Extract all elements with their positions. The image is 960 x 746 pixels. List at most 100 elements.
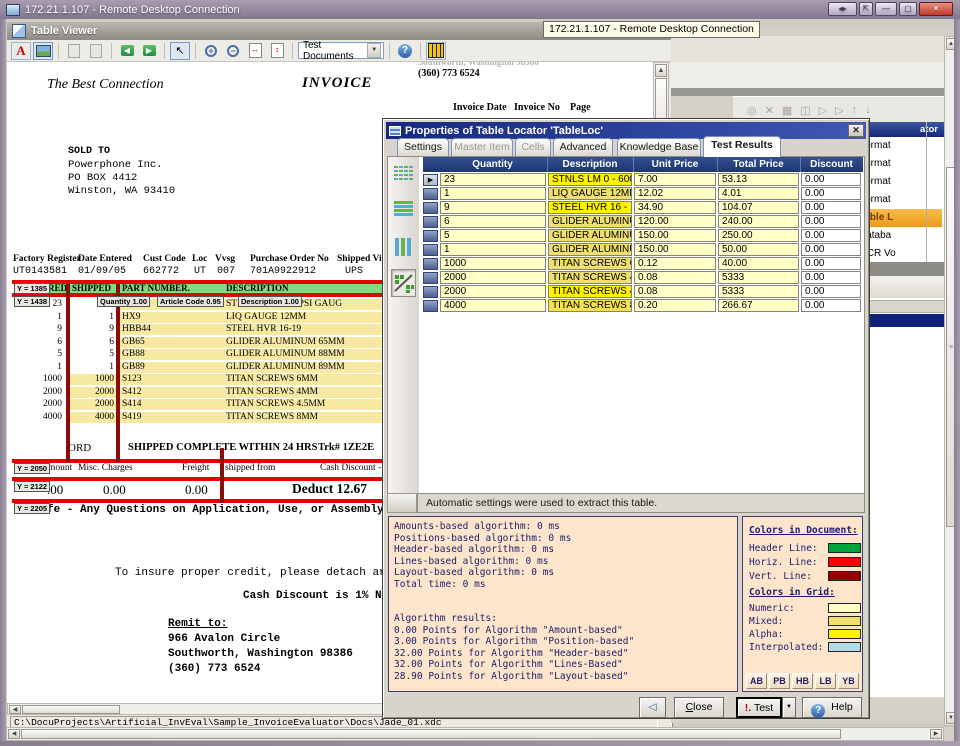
result-row[interactable]: 5 GLIDER ALUMINU 150.00 250.00 0.00 <box>423 229 863 243</box>
numeric-swatch <box>828 603 861 613</box>
image-view-button[interactable] <box>33 42 53 60</box>
zoom-in-icon: + <box>205 45 217 57</box>
pb-button[interactable]: PB <box>769 673 790 689</box>
close-button[interactable]: ✕ <box>919 2 953 16</box>
document-set-combobox[interactable]: Test Documents ▼ <box>298 42 384 59</box>
result-row[interactable]: 4000 TITAN SCREWS 8 0.20 266.67 0.00 <box>423 299 863 313</box>
tab-advanced[interactable]: Advanced <box>553 138 613 156</box>
run-icon[interactable]: ▷ <box>819 104 827 117</box>
result-row[interactable]: 6 GLIDER ALUMINU 120.00 240.00 0.00 <box>423 215 863 229</box>
scrollbar-thumb[interactable] <box>22 705 120 714</box>
delete-icon[interactable]: ✕ <box>765 104 774 117</box>
legend-header-line-label: Header Line: <box>749 543 818 554</box>
result-row[interactable]: 2000 TITAN SCREWS 4. 0.08 5333 0.00 <box>423 285 863 299</box>
scroll-left-icon[interactable]: ◀ <box>9 705 21 714</box>
nav-back-button[interactable]: ◁ <box>639 697 666 718</box>
rdp-pin-button[interactable]: ◂▸ <box>828 2 857 16</box>
result-row[interactable]: 1000 TITAN SCREWS 6 0.12 40.00 0.00 <box>423 257 863 271</box>
y-badge-1438: Y = 1438 <box>14 296 50 307</box>
vert-line-marker <box>66 284 70 462</box>
session-hscrollbar[interactable]: ◀ ▶ <box>6 727 944 741</box>
prev-doc-button[interactable]: ◀ <box>117 42 137 60</box>
scroll-left-icon[interactable]: ◀ <box>8 729 20 739</box>
zoom-out-button[interactable]: − <box>223 42 243 60</box>
help-button[interactable]: ? <box>395 42 415 60</box>
result-row[interactable]: 9 STEEL HVR 16 - 19 34.90 104.07 0.00 <box>423 201 863 215</box>
scatter-view-button[interactable] <box>391 269 416 297</box>
test-button[interactable]: !. Test <box>736 697 782 718</box>
prev-page-button[interactable] <box>64 42 84 60</box>
table-columns-button[interactable] <box>426 42 446 60</box>
dialog-close-icon[interactable]: ✕ <box>848 124 864 137</box>
result-row[interactable]: 1 GLIDER ALUMINU 150.00 50.00 0.00 <box>423 243 863 257</box>
zoom-in-button[interactable]: + <box>201 42 221 60</box>
maximize-button[interactable]: ▢ <box>899 2 917 16</box>
tab-knowledge-base[interactable]: Knowledge Base <box>617 138 701 156</box>
chevron-down-icon[interactable]: ▼ <box>367 43 381 58</box>
result-row[interactable]: 1 LIQ GAUGE 12MM 12.02 4.01 0.00 <box>423 187 863 201</box>
fit-width-icon: ↔ <box>249 43 262 58</box>
tab-settings[interactable]: Settings <box>397 138 449 156</box>
lb-button[interactable]: LB <box>815 673 836 689</box>
totals-label-cash-discount: Cash Discount - <box>320 464 381 474</box>
font-color-button[interactable]: A <box>11 42 31 60</box>
image-icon <box>36 45 51 57</box>
invoice-date-label: Invoice Date <box>453 103 507 113</box>
cells-grid-icon <box>394 166 413 181</box>
sold-to-name: Powerphone Inc. <box>68 160 163 171</box>
col-quantity[interactable]: Quantity <box>439 157 546 172</box>
next-doc-button[interactable]: ▶ <box>139 42 159 60</box>
next-page-button[interactable] <box>86 42 106 60</box>
hb-button[interactable]: HB <box>792 673 813 689</box>
remit-label: Remit to: <box>168 619 227 630</box>
mixed-swatch <box>828 616 861 626</box>
ab-button[interactable]: AB <box>746 673 767 689</box>
scroll-right-icon[interactable]: ▶ <box>930 729 942 739</box>
run-all-icon[interactable]: ▷ <box>835 104 843 117</box>
scroll-up-icon[interactable]: ▲ <box>655 64 667 77</box>
sold-to-po: PO BOX 4412 <box>68 173 137 184</box>
invoice-vendor: The Best Connection <box>47 78 164 92</box>
rows-view-button[interactable] <box>391 195 416 223</box>
result-row[interactable]: 2000 TITAN SCREWS 4 0.08 5333 0.00 <box>423 271 863 285</box>
dialog-titlebar[interactable]: Properties of Table Locator 'TableLoc' ✕ <box>386 122 866 139</box>
test-dropdown-button[interactable]: ▼ <box>782 697 796 718</box>
col-description[interactable]: Description <box>547 157 632 172</box>
exclamation-icon: !. <box>745 702 751 714</box>
remit-city: Southworth, Washington 98386 <box>168 649 353 660</box>
meta-h-date: Date Entered <box>78 255 132 265</box>
book-forward-icon: ▶ <box>143 45 156 56</box>
scrollbar-thumb[interactable] <box>21 729 841 739</box>
totals-label-misc: Misc. Charges <box>78 464 133 474</box>
select-cursor-button[interactable]: ↖ <box>170 42 190 60</box>
meta-v-date: 01/09/05 <box>78 267 126 277</box>
fit-width-button[interactable]: ↔ <box>245 42 265 60</box>
columns-view-button[interactable] <box>391 233 416 261</box>
tab-cells[interactable]: Cells <box>515 138 551 156</box>
cells-view-button[interactable] <box>391 159 416 187</box>
rdp-titlebar[interactable]: 172.21.1.107 - Remote Desktop Connection… <box>0 0 960 19</box>
message-side-block <box>387 493 417 513</box>
search-doc-icon[interactable]: ◫ <box>800 104 810 117</box>
find-icon[interactable]: ◎ <box>747 104 757 117</box>
tab-test-results[interactable]: Test Results <box>703 136 781 157</box>
help-dialog-button[interactable]: ? Help <box>802 697 862 718</box>
grid-header: Quantity Description Unit Price Total Pr… <box>423 157 863 172</box>
yb-button[interactable]: YB <box>838 673 859 689</box>
move-up-icon[interactable]: ↑ <box>852 104 858 116</box>
move-down-icon[interactable]: ↓ <box>865 104 871 116</box>
rdp-icon <box>6 4 20 16</box>
col-total-price[interactable]: Total Price <box>717 157 799 172</box>
combo-value: Test Documents <box>303 40 367 62</box>
current-row-marker[interactable]: ▶ <box>423 174 438 186</box>
discount-line: Cash Discount is 1% N <box>243 591 382 602</box>
close-dialog-button[interactable]: Close <box>674 697 724 718</box>
tab-master-item[interactable]: Master Item <box>451 138 513 156</box>
fit-page-button[interactable]: ↕ <box>267 42 287 60</box>
minimize-button[interactable]: — <box>875 2 897 16</box>
properties-icon[interactable]: ▦ <box>782 104 792 117</box>
rdp-restore-down-button[interactable]: ⇱ <box>859 2 873 16</box>
result-row[interactable]: ▶ 23 STNLS LM 0 - 600 7.00 53.13 0.00 <box>423 173 863 187</box>
col-discount[interactable]: Discount <box>800 157 862 172</box>
col-unit-price[interactable]: Unit Price <box>633 157 716 172</box>
